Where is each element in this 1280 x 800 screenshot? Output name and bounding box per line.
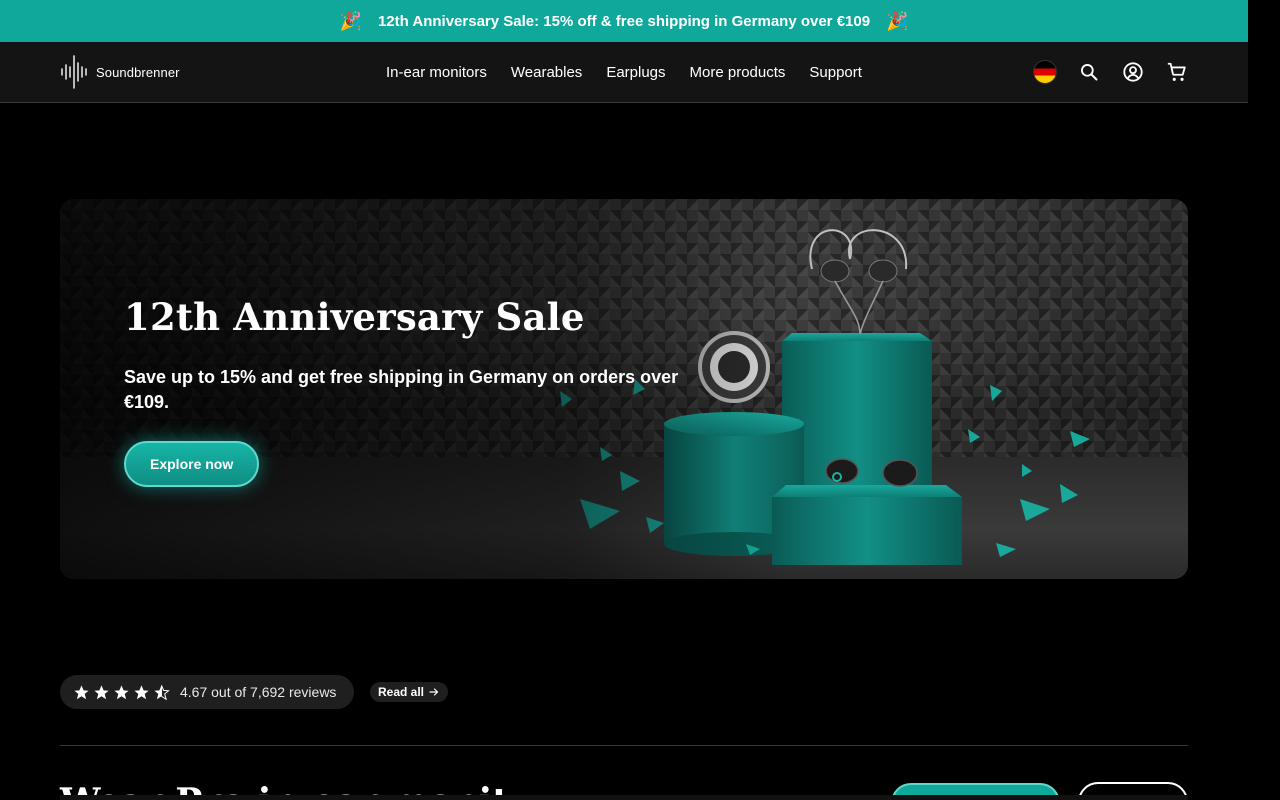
section-divider [60,745,1188,746]
explore-now-button[interactable]: Explore now [124,441,260,487]
star-rating [73,684,170,701]
announcement-bar[interactable]: 🎉 12th Anniversary Sale: 15% off & free … [0,0,1248,42]
reviews-summary[interactable]: 4.67 out of 7,692 reviews [60,675,354,709]
announcement-text[interactable]: 12th Anniversary Sale: 15% off & free sh… [378,13,870,30]
site-logo[interactable]: Soundbrenner [60,55,180,89]
read-all-reviews-link[interactable]: Read all [370,682,449,702]
read-all-label: Read all [378,685,425,699]
star-full-icon [114,684,129,699]
nav-more-products[interactable]: More products [690,64,786,81]
hero-content: 12th Anniversary Sale Save up to 15% and… [124,295,684,487]
nav-earplugs[interactable]: Earplugs [606,64,665,81]
star-full-icon [134,684,149,699]
search-icon[interactable] [1078,61,1100,83]
star-full-icon [74,684,89,699]
primary-nav: In-ear monitors Wearables Earplugs More … [386,42,862,102]
star-full-icon [94,684,109,699]
star-half-icon [154,684,170,700]
hero-title: 12th Anniversary Sale [124,295,585,339]
review-count: 4.67 out of 7,692 reviews [180,684,337,700]
germany-flag-icon[interactable] [1034,61,1056,83]
cart-icon[interactable] [1166,61,1188,83]
header-actions [1034,42,1188,102]
arrow-right-icon [429,688,439,696]
party-popper-icon: 🎉 [886,11,909,31]
main-navigation: Soundbrenner In-ear monitors Wearables E… [0,42,1248,103]
hero-banner[interactable]: 12th Anniversary Sale Save up to 15% and… [60,199,1188,579]
hero-subtitle: Save up to 15% and get free shipping in … [124,367,679,412]
soundwave-logo-icon [61,55,87,89]
nav-support[interactable]: Support [809,64,862,81]
nav-in-ear-monitors[interactable]: In-ear monitors [386,64,487,81]
logo-wordmark: Soundbrenner [96,64,180,80]
page-bottom-bar [60,795,1188,800]
nav-wearables[interactable]: Wearables [511,64,582,81]
account-icon[interactable] [1122,61,1144,83]
party-popper-icon: 🎉 [339,11,362,31]
